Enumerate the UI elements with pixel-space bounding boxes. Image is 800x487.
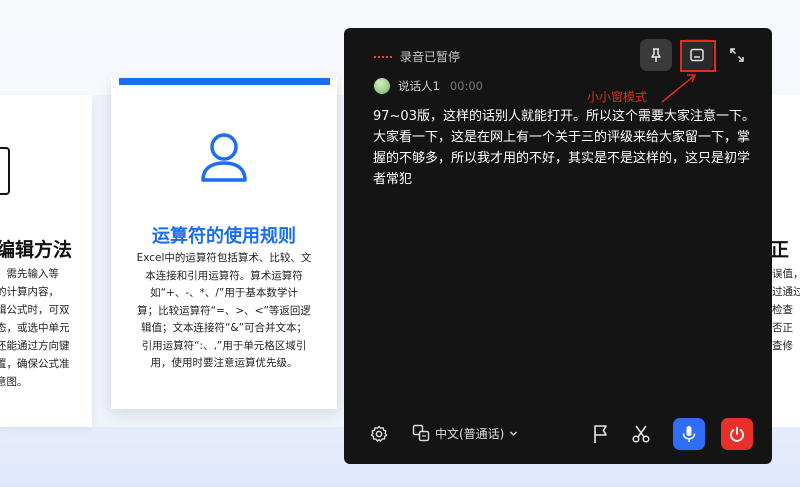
speaker-name: 说话人1 <box>398 79 440 93</box>
slide-left-line: 辑公式时，可双 <box>0 304 70 316</box>
slide-right-line: 误值， <box>772 268 800 280</box>
power-icon <box>730 426 744 442</box>
slide-center-body: Excel中的运算符包括算术、比较、文 本连接和引用运算符。算术运算符 如“+、… <box>129 250 319 373</box>
slide-right-line: 过通过 <box>772 286 800 298</box>
microphone-button[interactable] <box>673 418 705 450</box>
slide-center-line: 引用运算符“:、,”用于单元格区域引 <box>141 339 307 352</box>
slide-left-line: 意图。 <box>0 376 28 388</box>
transcript-text: 97~03版，这样的话别人就能打开。所以这个需要大家注意一下。 大家看一下，这是… <box>373 106 755 190</box>
slide-right-line: 检查 <box>772 304 793 316</box>
speaker-timestamp: 00:00 <box>449 79 483 93</box>
mini-window-annotation: 小小窗模式 <box>587 90 648 104</box>
slide-left-title: 编辑方法 <box>0 239 73 261</box>
language-selector[interactable]: 中文(普通话) <box>412 424 518 442</box>
slide-card-center[interactable]: 运算符的使用规则 Excel中的运算符包括算术、比较、文 本连接和引用运算符。算… <box>111 78 337 409</box>
recorder-toolbar: 中文(普通话) <box>344 418 772 452</box>
speaker-avatar <box>374 78 390 94</box>
translate-icon <box>412 424 430 442</box>
slide-left-line: 态，或选中单元 <box>0 322 70 334</box>
slide-center-line: Excel中的运算符包括算术、比较、文 <box>136 252 312 264</box>
recorder-panel: 录音已暂停 小小窗模式 说话人1 00:00 97~03版，这样的话别人就能打开… <box>344 28 772 464</box>
transcript-line: 者常犯 <box>373 172 413 187</box>
slide-card-left[interactable]: 编辑方法 ，需先输入等 的计算内容， 辑公式时，可双 态，或选中单元 还能通过方… <box>0 95 92 427</box>
chevron-down-icon <box>510 431 518 436</box>
recording-status: 录音已暂停 <box>374 48 460 65</box>
slide-left-line: ，需先输入等 <box>0 268 59 280</box>
slide-right-line: 否正 <box>772 322 793 334</box>
pin-button[interactable] <box>640 39 672 71</box>
language-label: 中文(普通话) <box>435 426 505 441</box>
scissors-icon[interactable] <box>631 424 651 444</box>
slide-left-line: 的计算内容， <box>0 286 59 298</box>
slide-right-line: 查修 <box>772 340 793 352</box>
slide-left-line: 还能通过方向键 <box>0 340 70 352</box>
slide-accent-bar <box>119 78 330 85</box>
document-icon <box>0 147 10 195</box>
slide-right-title: 正 <box>770 239 790 261</box>
transcript-line: 97~03版，这样的话别人就能打开。所以这个需要大家注意一下。 <box>373 109 755 124</box>
recording-status-text: 录音已暂停 <box>400 50 461 64</box>
slide-center-line: 本连接和引用运算符。算术运算符 <box>145 269 303 282</box>
slide-right-body: 误值， 过通过 检查 否正 查修 <box>772 265 800 355</box>
slide-center-line: 如“+、-、*、/”用于基本数学计 <box>150 287 298 299</box>
stop-recording-button[interactable] <box>721 418 753 450</box>
slide-left-body: ，需先输入等 的计算内容， 辑公式时，可双 态，或选中单元 还能通过方向键 置，… <box>0 265 92 391</box>
gear-icon[interactable] <box>370 425 388 443</box>
transcript-line: 大家看一下，这是在网上有一个关于三的评级来给大家留一下，掌 <box>373 130 751 145</box>
slide-left-line: 置，确保公式准 <box>0 358 70 370</box>
speaker-row: 说话人1 00:00 <box>374 78 483 94</box>
slide-center-line: 算；比较运算符“=、>、<”等返回逻 <box>137 304 311 317</box>
slide-center-title: 运算符的使用规则 <box>152 226 296 247</box>
user-icon <box>201 133 247 182</box>
slide-center-line: 用，使用时要注意运算优先级。 <box>150 357 298 369</box>
microphone-icon <box>682 426 696 442</box>
pin-icon <box>651 48 661 62</box>
annotation-arrow-icon <box>661 74 697 103</box>
slide-center-line: 辑值；文本连接符“&”可合并文本； <box>140 322 308 334</box>
expand-button[interactable] <box>721 39 753 71</box>
transcript-line: 握的不够多，所以我才用的不好，其实是不是这样的，这只是初学 <box>373 151 751 166</box>
expand-icon <box>730 48 744 62</box>
recording-indicator-icon <box>374 55 392 58</box>
flag-icon[interactable] <box>592 424 610 444</box>
